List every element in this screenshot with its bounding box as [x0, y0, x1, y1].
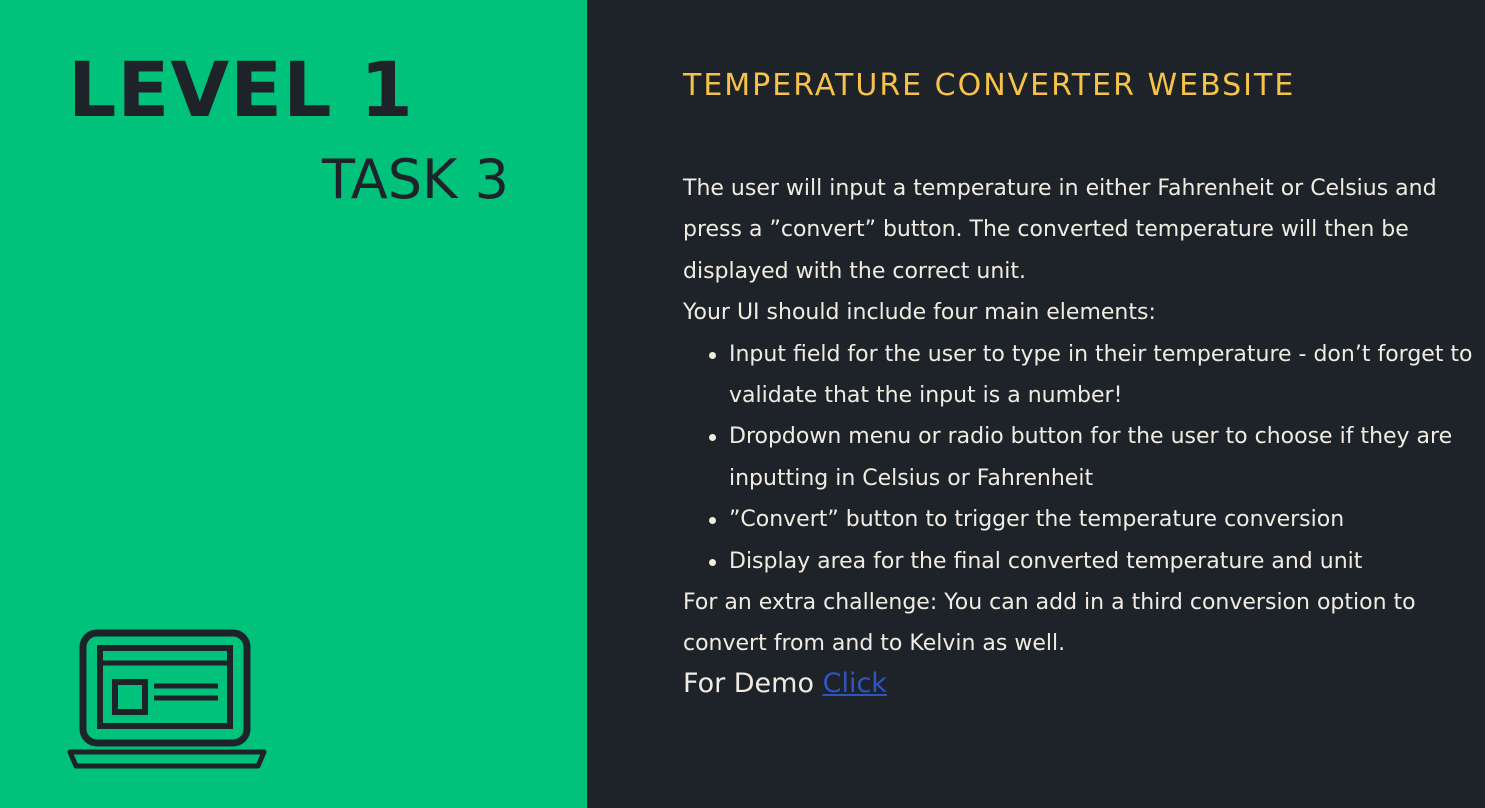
task-title: TASK 3	[322, 148, 509, 211]
left-panel: LEVEL 1 TASK 3	[0, 0, 587, 808]
demo-label: For Demo	[683, 668, 814, 699]
list-item: Display area for the final converted tem…	[709, 541, 1473, 582]
demo-line: For Demo Click	[683, 668, 887, 699]
task-description: The user will input a temperature in eit…	[683, 168, 1473, 665]
demo-link[interactable]: Click	[823, 668, 887, 699]
intro-text: The user will input a temperature in eit…	[683, 176, 1437, 284]
challenge-text: For an extra challenge: You can add in a…	[683, 590, 1416, 657]
right-panel: TEMPERATURE CONVERTER WEBSITE The user w…	[587, 0, 1485, 808]
list-item: Input field for the user to type in thei…	[709, 334, 1473, 417]
elements-intro: Your UI should include four main element…	[683, 300, 1156, 326]
list-item: ”Convert” button to trigger the temperat…	[709, 499, 1473, 540]
list-item: Dropdown menu or radio button for the us…	[709, 416, 1473, 499]
page-heading: TEMPERATURE CONVERTER WEBSITE	[683, 68, 1296, 103]
laptop-icon	[67, 629, 267, 769]
level-title: LEVEL 1	[68, 45, 414, 134]
requirements-list: Input field for the user to type in thei…	[683, 334, 1473, 582]
